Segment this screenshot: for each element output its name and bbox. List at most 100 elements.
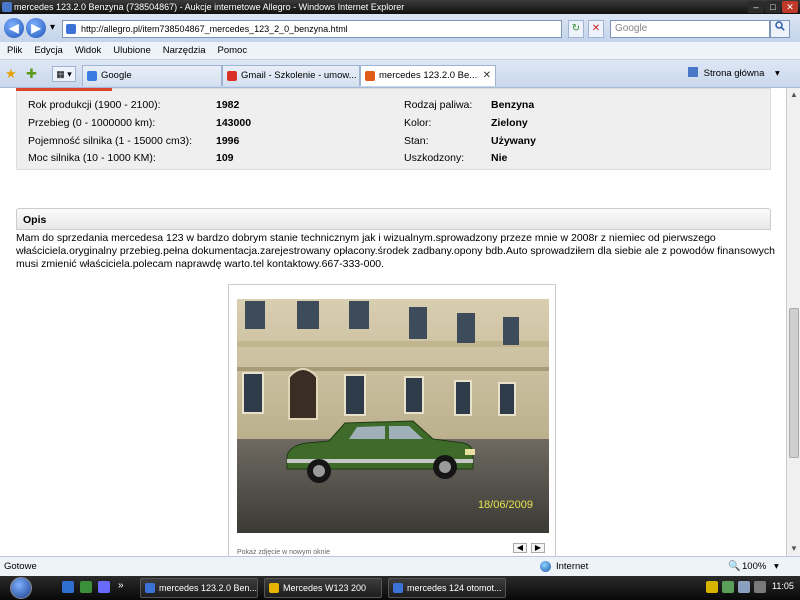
back-button[interactable]: ◀: [4, 18, 24, 38]
home-label: Strona główna: [703, 68, 765, 79]
refresh-button[interactable]: ↻: [568, 20, 584, 38]
photo-gallery: 18/06/2009 Pokaż zdjęcie w nowym oknie ◀…: [228, 284, 556, 556]
start-button[interactable]: [10, 577, 32, 599]
clock[interactable]: 11:05: [772, 581, 794, 591]
zoom-icon: 🔍: [728, 561, 741, 572]
tab-gmail[interactable]: Gmail - Szkolenie - umow...: [222, 65, 360, 86]
menu-bar: Plik Edycja Widok Ulubione Narzędzia Pom…: [0, 42, 800, 60]
photo-open-link[interactable]: Pokaż zdjęcie w nowym oknie: [237, 549, 330, 556]
spec-label: Uszkodzony:: [404, 152, 465, 164]
maximize-button[interactable]: □: [765, 1, 781, 13]
car-photo[interactable]: 18/06/2009: [237, 299, 549, 533]
spec-value: Zielony: [491, 117, 528, 129]
spec-label: Rok produkcji (1900 - 2100):: [28, 99, 161, 111]
page-icon: [66, 24, 76, 34]
forward-button[interactable]: ▶: [26, 18, 46, 38]
spec-label: Pojemność silnika (1 - 15000 cm3):: [28, 135, 192, 147]
battery-tray-icon[interactable]: [754, 581, 766, 593]
page-scrollbar[interactable]: ▲ ▼: [786, 88, 800, 556]
ie-icon: [2, 2, 12, 12]
taskbar-label: mercedes 124 otomot...: [407, 583, 502, 593]
google-icon: [87, 71, 97, 81]
status-text: Gotowe: [4, 561, 37, 572]
scroll-thumb[interactable]: [789, 308, 799, 458]
page-viewport: Rok produkcji (1900 - 2100): 1982 Przebi…: [0, 88, 786, 556]
minimize-button[interactable]: –: [748, 1, 764, 13]
scroll-down-icon[interactable]: ▼: [789, 544, 799, 554]
window-title-bar: mercedes 123.2.0 Benzyna (738504867) - A…: [0, 0, 800, 14]
spec-value: 109: [216, 152, 234, 164]
spec-label: Moc silnika (10 - 1000 KM):: [28, 152, 156, 164]
menu-edit[interactable]: Edycja: [34, 42, 63, 59]
spec-label: Kolor:: [404, 117, 432, 129]
network-tray-icon[interactable]: [722, 581, 734, 593]
spec-value: Benzyna: [491, 99, 535, 111]
menu-file[interactable]: Plik: [7, 42, 22, 59]
scroll-up-icon[interactable]: ▲: [789, 90, 799, 100]
spec-value: Używany: [491, 135, 536, 147]
taskbar-item-ie-2[interactable]: mercedes 124 otomot...: [388, 578, 506, 598]
add-favorite-icon[interactable]: ✚: [26, 66, 37, 82]
spec-value: 143000: [216, 117, 252, 129]
search-input[interactable]: Google: [610, 20, 770, 38]
ie-icon: [145, 583, 155, 593]
menu-tools[interactable]: Narzędzia: [163, 42, 206, 59]
spec-value: Nie: [491, 152, 508, 164]
car-photo-image: [237, 299, 549, 533]
menu-help[interactable]: Pomoc: [218, 42, 248, 59]
url-input[interactable]: http://allegro.pl/item738504867_mercedes…: [62, 20, 562, 38]
desktop-quicklaunch-icon[interactable]: [80, 581, 92, 593]
quick-tabs-button[interactable]: ▦ ▾: [52, 66, 76, 82]
photo-next-button[interactable]: ▶: [531, 543, 545, 553]
shield-tray-icon[interactable]: [706, 581, 718, 593]
window-controls: – □ ✕: [748, 1, 798, 13]
close-tab-icon[interactable]: ✕: [483, 66, 491, 86]
internet-zone-icon: [540, 561, 551, 572]
tab-google[interactable]: Google: [82, 65, 222, 86]
url-text: http://allegro.pl/item738504867_mercedes…: [81, 24, 348, 34]
spec-label: Stan:: [404, 135, 429, 147]
spec-value: 1982: [216, 99, 240, 111]
menu-view[interactable]: Widok: [75, 42, 101, 59]
ie-icon: [393, 583, 403, 593]
tab-label: mercedes 123.2.0 Be...: [379, 70, 478, 81]
ie-quicklaunch-icon[interactable]: [62, 581, 74, 593]
home-dropdown-icon[interactable]: ▾: [775, 68, 780, 79]
tab-mercedes[interactable]: mercedes 123.2.0 Be... ✕: [360, 65, 496, 86]
gmail-icon: [227, 71, 237, 81]
tab-bar: ★ ✚ ▦ ▾ Google Gmail - Szkolenie - umow.…: [0, 60, 800, 88]
menu-favorites[interactable]: Ulubione: [113, 42, 151, 59]
tab-label: Google: [101, 70, 132, 81]
favorites-star-icon[interactable]: ★: [5, 66, 17, 82]
folder-icon: [269, 583, 279, 593]
history-dropdown-icon[interactable]: ▾: [50, 22, 55, 33]
close-window-button[interactable]: ✕: [782, 1, 798, 13]
stop-button[interactable]: ✕: [588, 20, 604, 38]
volume-tray-icon[interactable]: [738, 581, 750, 593]
home-icon: [688, 67, 698, 77]
address-toolbar: ◀ ▶ ▾ http://allegro.pl/item738504867_me…: [0, 14, 800, 42]
search-icon[interactable]: [770, 20, 790, 38]
description-heading: Opis: [16, 208, 771, 230]
status-bar: Gotowe Internet 🔍 100% ▾: [0, 556, 800, 576]
taskbar-label: mercedes 123.2.0 Ben...: [159, 583, 258, 593]
spec-label: Rodzaj paliwa:: [404, 99, 473, 111]
taskbar-item-ie[interactable]: mercedes 123.2.0 Ben...: [140, 578, 258, 598]
photo-prev-button[interactable]: ◀: [513, 543, 527, 553]
photo-date-stamp: 18/06/2009: [477, 499, 533, 511]
spec-value: 1996: [216, 135, 240, 147]
description-text: Mam do sprzedania mercedesa 123 w bardzo…: [16, 232, 775, 270]
taskbar-label: Mercedes W123 200: [283, 583, 367, 593]
tab-label: Gmail - Szkolenie - umow...: [241, 70, 357, 81]
zoom-level[interactable]: 100%: [742, 557, 766, 576]
windows-taskbar: » mercedes 123.2.0 Ben... Mercedes W123 …: [0, 576, 800, 600]
switch-windows-icon[interactable]: [98, 581, 110, 593]
security-zone: Internet: [556, 561, 589, 572]
accent-line: [16, 88, 112, 91]
window-title: mercedes 123.2.0 Benzyna (738504867) - A…: [14, 2, 405, 12]
allegro-icon: [365, 71, 375, 81]
home-button[interactable]: Strona główna ▾: [688, 67, 780, 79]
quicklaunch-more[interactable]: »: [118, 580, 124, 591]
zoom-dropdown-icon[interactable]: ▾: [774, 557, 779, 576]
taskbar-item-folder[interactable]: Mercedes W123 200: [264, 578, 382, 598]
